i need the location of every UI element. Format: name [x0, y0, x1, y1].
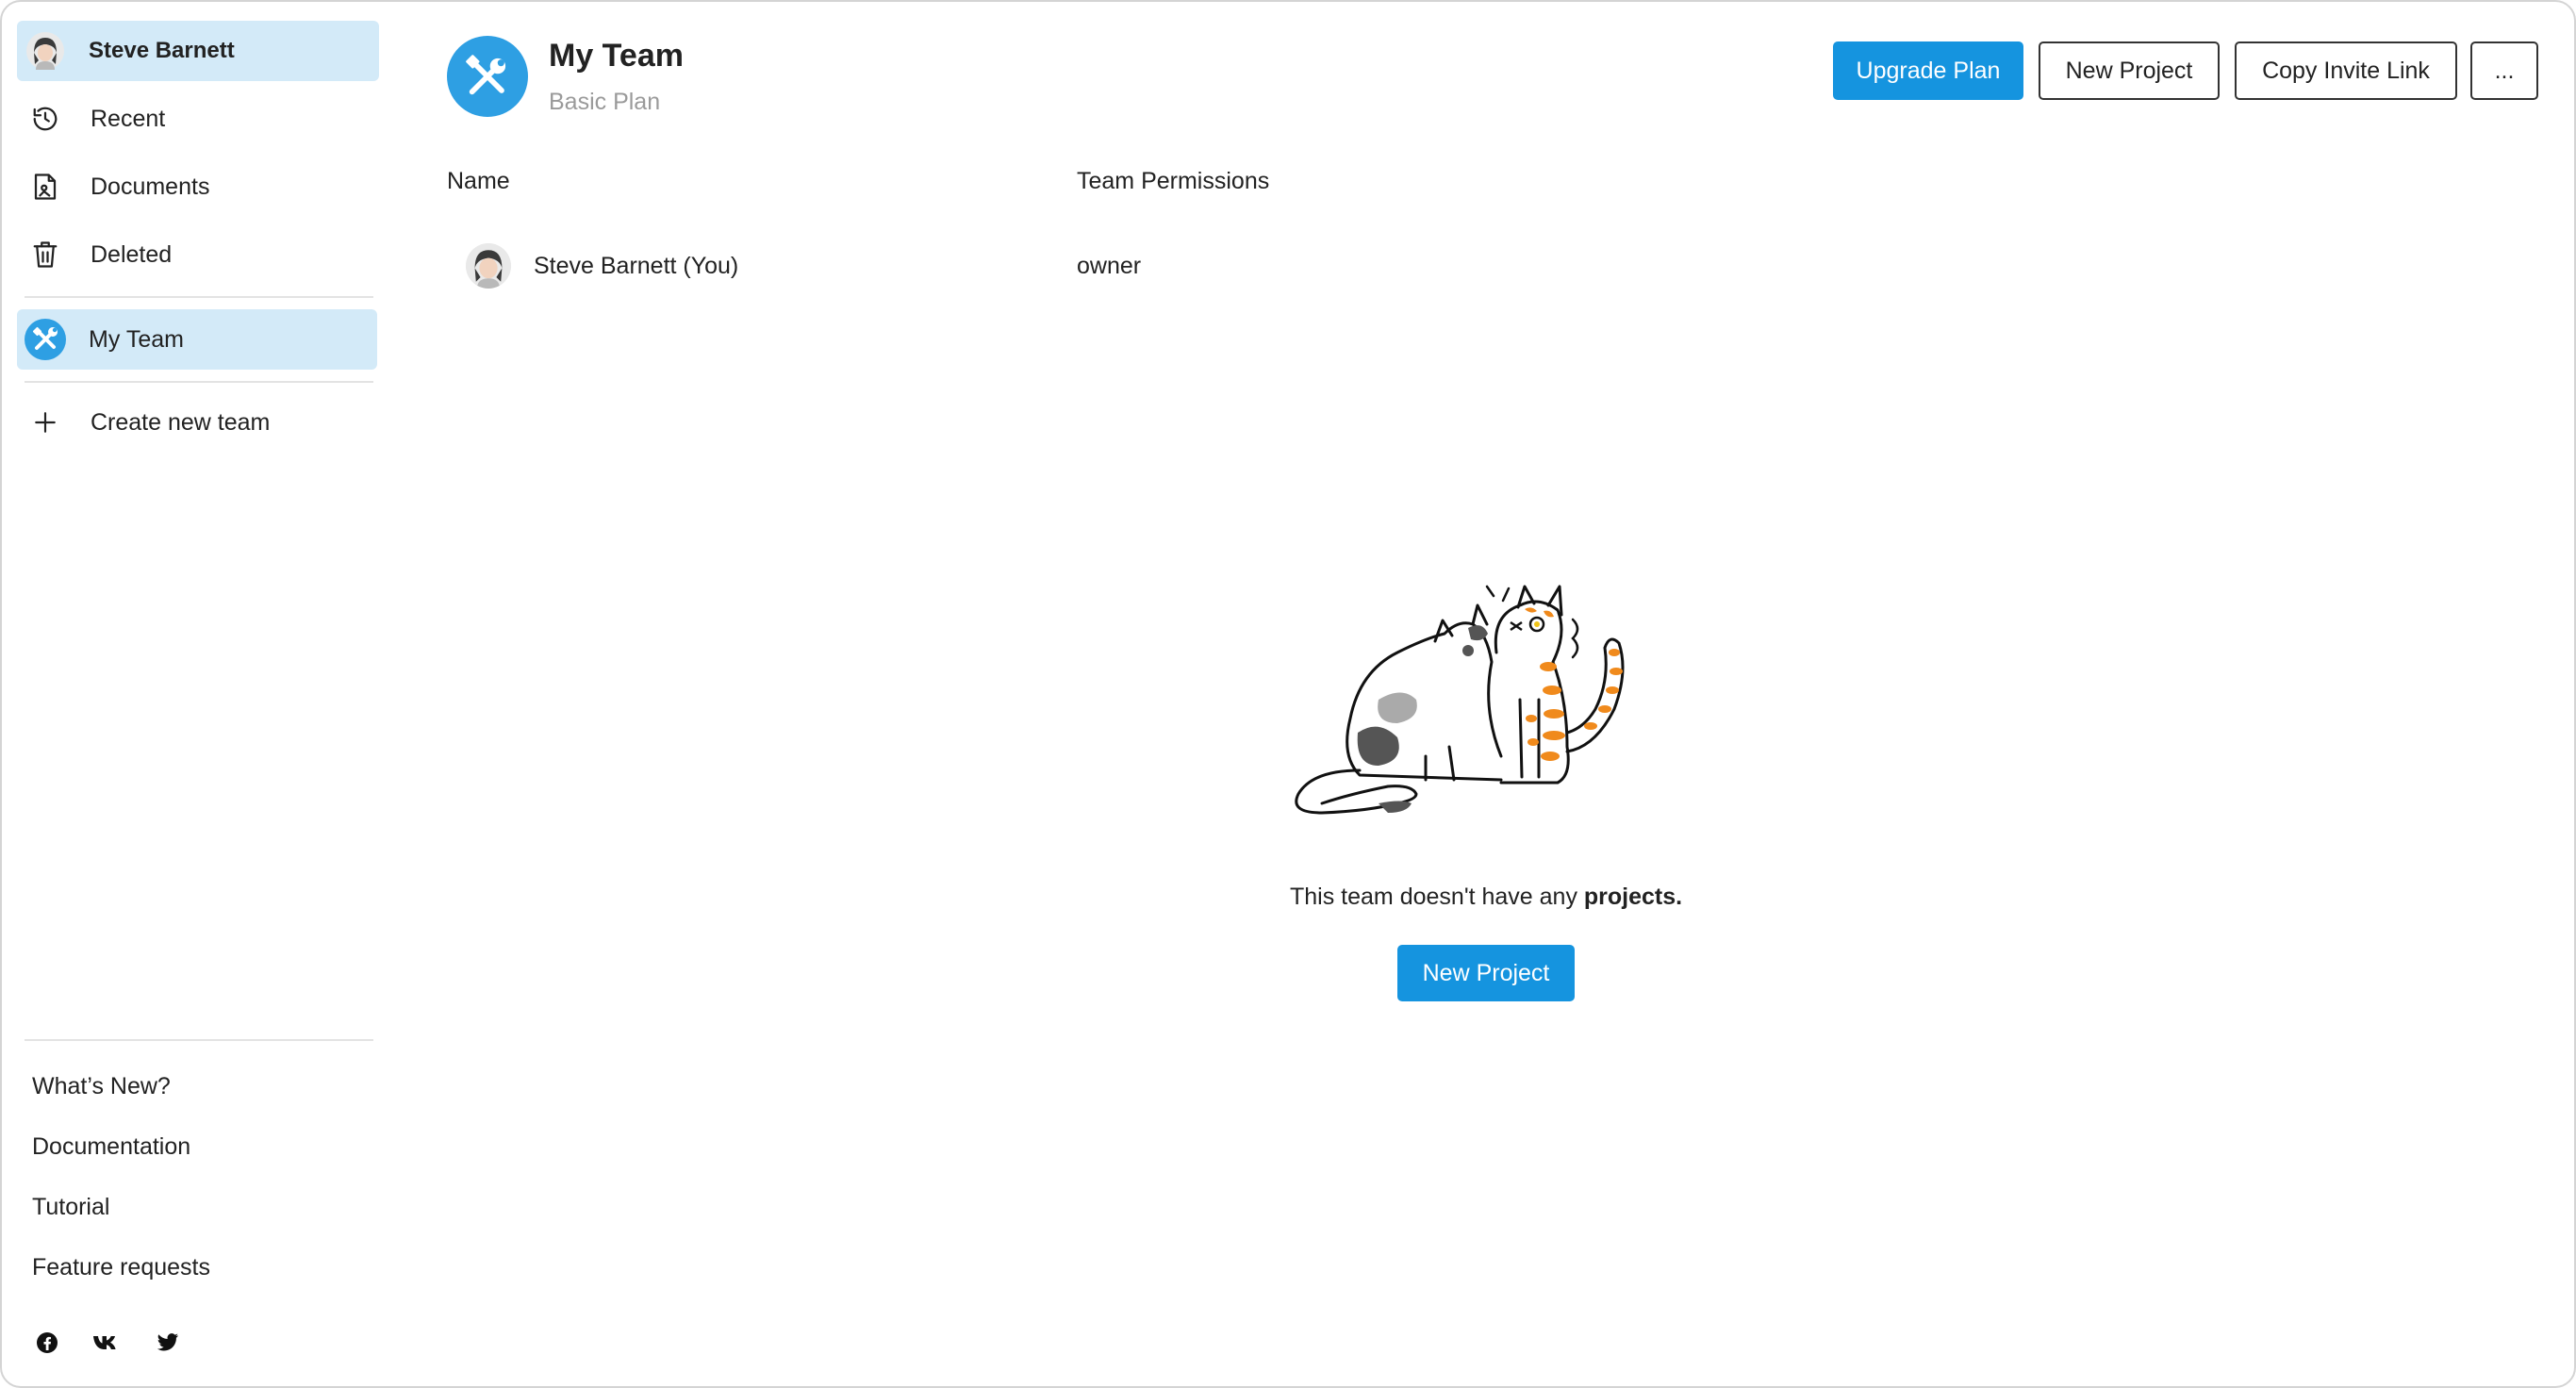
upgrade-plan-button[interactable]: Upgrade Plan — [1833, 41, 2023, 100]
vk-icon[interactable] — [90, 1326, 124, 1360]
sidebar-item-label: Create new team — [91, 408, 271, 436]
team-logo — [447, 36, 528, 117]
sidebar-item-label: Documents — [91, 173, 210, 200]
page-title: My Team — [549, 38, 684, 74]
cats-illustration — [1295, 585, 1625, 815]
sidebar-item-label: Recent — [91, 105, 166, 132]
new-project-button[interactable]: New Project — [1397, 945, 1575, 1001]
app-window: Steve Barnett Recent Documents Deleted M… — [0, 0, 2576, 1388]
sidebar-divider — [25, 296, 373, 298]
trash-icon — [23, 232, 68, 277]
sidebar-divider — [25, 381, 373, 383]
user-profile-item[interactable]: Steve Barnett — [17, 21, 379, 81]
plan-label: Basic Plan — [549, 89, 661, 115]
tools-icon — [23, 317, 68, 362]
empty-state-emphasis: projects. — [1583, 884, 1683, 910]
column-header-name: Name — [447, 168, 510, 194]
sidebar-item-label: Deleted — [91, 240, 173, 268]
history-icon — [23, 96, 68, 141]
whats-new-link[interactable]: What’s New? — [32, 1073, 171, 1100]
facebook-icon[interactable] — [30, 1326, 64, 1360]
tutorial-link[interactable]: Tutorial — [32, 1194, 109, 1221]
empty-state-prefix: This team doesn't have any — [1290, 884, 1584, 910]
sidebar-item-deleted[interactable]: Deleted — [17, 224, 379, 285]
column-header-permissions: Team Permissions — [1077, 168, 1270, 194]
document-icon — [23, 164, 68, 209]
feature-requests-link[interactable]: Feature requests — [32, 1254, 210, 1281]
user-name: Steve Barnett — [89, 38, 235, 63]
sidebar-footer-divider — [25, 1039, 373, 1041]
member-name: Steve Barnett (You) — [534, 253, 739, 279]
empty-state-text: This team doesn't have any projects. — [1290, 884, 1682, 911]
copy-invite-link-button[interactable]: Copy Invite Link — [2235, 41, 2457, 100]
member-permission: owner — [1077, 253, 1142, 279]
user-avatar — [23, 28, 68, 74]
sidebar-item-documents[interactable]: Documents — [17, 157, 379, 217]
more-options-button[interactable]: ... — [2470, 41, 2538, 100]
sidebar-item-recent[interactable]: Recent — [17, 89, 379, 149]
sidebar-item-my-team[interactable]: My Team — [17, 309, 377, 370]
member-avatar — [466, 243, 511, 289]
documentation-link[interactable]: Documentation — [32, 1133, 190, 1161]
sidebar: Steve Barnett Recent Documents Deleted M… — [2, 2, 388, 1386]
twitter-icon[interactable] — [151, 1326, 185, 1360]
new-project-header-button[interactable]: New Project — [2039, 41, 2220, 100]
create-team-button[interactable]: Create new team — [17, 392, 379, 453]
sidebar-item-label: My Team — [89, 325, 184, 353]
plus-icon — [23, 400, 68, 445]
